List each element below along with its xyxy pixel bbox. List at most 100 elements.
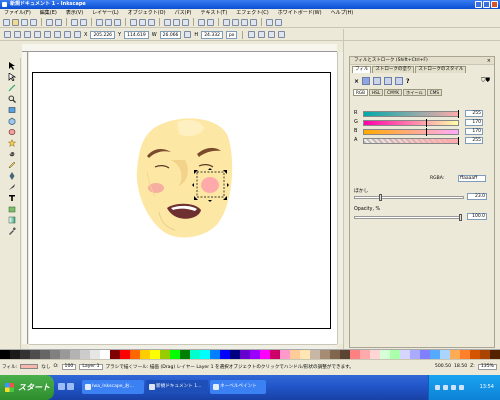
y-field[interactable]: 114.619: [124, 30, 149, 39]
palette-swatch[interactable]: [30, 350, 40, 359]
blur-value-field[interactable]: 23.0: [467, 193, 487, 200]
panel-close-icon[interactable]: ×: [487, 57, 491, 65]
duplicate-icon[interactable]: [164, 18, 171, 26]
palette-swatch[interactable]: [480, 350, 490, 359]
cut-icon[interactable]: [105, 18, 112, 26]
rotate-ccw-icon[interactable]: [4, 31, 11, 38]
palette-swatch[interactable]: [170, 350, 180, 359]
palette-swatch[interactable]: [40, 350, 50, 359]
palette-swatch[interactable]: [0, 350, 10, 359]
text-tool-icon[interactable]: [8, 194, 16, 202]
palette-swatch[interactable]: [250, 350, 260, 359]
palette-swatch[interactable]: [490, 350, 500, 359]
rgba-field[interactable]: ffaaaaff: [458, 175, 486, 182]
no-paint-icon[interactable]: ×: [354, 78, 359, 85]
palette-swatch[interactable]: [60, 350, 70, 359]
palette-swatch[interactable]: [240, 350, 250, 359]
tab-cmyk[interactable]: CMYK: [384, 89, 403, 96]
palette-swatch[interactable]: [140, 350, 150, 359]
scale-corners-icon[interactable]: [258, 31, 266, 38]
palette-swatch[interactable]: [470, 350, 480, 359]
zoom-selection-icon[interactable]: [130, 18, 137, 26]
palette-swatch[interactable]: [440, 350, 450, 359]
opacity-value-field[interactable]: 100.0: [467, 213, 487, 220]
fill-indicator[interactable]: [20, 364, 39, 369]
palette-swatch[interactable]: [270, 350, 280, 359]
dropper-tool-icon[interactable]: [8, 227, 16, 235]
palette-swatch[interactable]: [330, 350, 340, 359]
menu-text[interactable]: テキスト(T): [200, 9, 227, 17]
palette-swatch[interactable]: [300, 350, 310, 359]
tab-rgb[interactable]: RGB: [353, 89, 369, 96]
linear-gradient-button[interactable]: [373, 77, 382, 85]
selector-tool-icon[interactable]: [8, 62, 16, 70]
redo-icon[interactable]: [80, 18, 87, 26]
palette-swatch[interactable]: [410, 350, 420, 359]
ime-icon[interactable]: [435, 385, 440, 390]
lower-to-bottom-icon[interactable]: [74, 31, 81, 38]
raise-to-top-icon[interactable]: [44, 31, 51, 38]
fill-stroke-dialog-icon[interactable]: [223, 18, 230, 26]
w-field[interactable]: 26.066: [159, 30, 182, 39]
opacity-slider[interactable]: [354, 216, 462, 219]
taskbar-button-explorer[interactable]: Iwa_Inkscape_お...: [82, 380, 144, 394]
lock-icon[interactable]: [184, 31, 192, 38]
palette-swatch[interactable]: [10, 350, 20, 359]
menu-effects[interactable]: エフェクト(C): [236, 9, 268, 17]
palette-swatch[interactable]: [160, 350, 170, 359]
palette-swatch[interactable]: [350, 350, 360, 359]
maximize-button[interactable]: [483, 1, 490, 8]
clone-icon[interactable]: [173, 18, 180, 26]
palette-swatch[interactable]: [420, 350, 430, 359]
flip-horizontal-icon[interactable]: [24, 31, 31, 38]
drawing-canvas[interactable]: [29, 52, 337, 344]
h-field[interactable]: 24.332: [201, 30, 223, 39]
palette-swatch[interactable]: [120, 350, 130, 359]
palette-swatch[interactable]: [450, 350, 460, 359]
palette-swatch[interactable]: [180, 350, 190, 359]
menu-whiteboard[interactable]: ホワイトボード(W): [278, 9, 322, 17]
green-slider-marker[interactable]: [426, 119, 427, 127]
open-file-icon[interactable]: [12, 18, 19, 26]
palette-swatch[interactable]: [100, 350, 110, 359]
blue-value-field[interactable]: 170: [465, 128, 483, 135]
document-properties-icon[interactable]: [275, 18, 282, 26]
3d-box-tool-icon[interactable]: [8, 117, 16, 125]
spray-tool-icon[interactable]: [8, 205, 16, 213]
blur-slider[interactable]: [354, 196, 464, 199]
red-slider-marker[interactable]: [458, 110, 459, 118]
palette-swatch[interactable]: [360, 350, 370, 359]
zoom-drawing-icon[interactable]: [139, 18, 146, 26]
ungroup-icon[interactable]: [207, 18, 214, 26]
palette-swatch[interactable]: [320, 350, 330, 359]
red-value-field[interactable]: 255: [465, 110, 483, 117]
palette-swatch[interactable]: [80, 350, 90, 359]
pen-tool-icon[interactable]: [8, 172, 16, 180]
scale-stroke-icon[interactable]: [248, 31, 256, 38]
align-dialog-icon[interactable]: [250, 18, 257, 26]
palette-swatch[interactable]: [230, 350, 240, 359]
palette-swatch[interactable]: [70, 350, 80, 359]
xml-editor-icon[interactable]: [241, 18, 248, 26]
palette-swatch[interactable]: [190, 350, 200, 359]
pattern-button[interactable]: [395, 77, 404, 85]
undo-icon[interactable]: [71, 18, 78, 26]
lower-icon[interactable]: [64, 31, 71, 38]
horizontal-ruler[interactable]: [22, 44, 337, 52]
menu-view[interactable]: 表示(V): [66, 9, 83, 17]
palette-swatch[interactable]: [200, 350, 210, 359]
tab-hsl[interactable]: HSL: [369, 89, 384, 96]
flip-vertical-icon[interactable]: [34, 31, 41, 38]
green-value-field[interactable]: 170: [465, 119, 483, 126]
menu-file[interactable]: ファイル(F): [4, 9, 31, 17]
close-button[interactable]: [491, 1, 498, 8]
print-icon[interactable]: [30, 18, 37, 26]
palette-swatch[interactable]: [90, 350, 100, 359]
menu-layer[interactable]: レイヤー(L): [92, 9, 119, 17]
paste-icon[interactable]: [114, 18, 121, 26]
tab-fill[interactable]: フィル: [352, 66, 372, 73]
opacity-slider-knob[interactable]: [459, 214, 462, 221]
red-slider[interactable]: [363, 111, 459, 117]
tweak-tool-icon[interactable]: [8, 84, 16, 92]
palette-swatch[interactable]: [460, 350, 470, 359]
